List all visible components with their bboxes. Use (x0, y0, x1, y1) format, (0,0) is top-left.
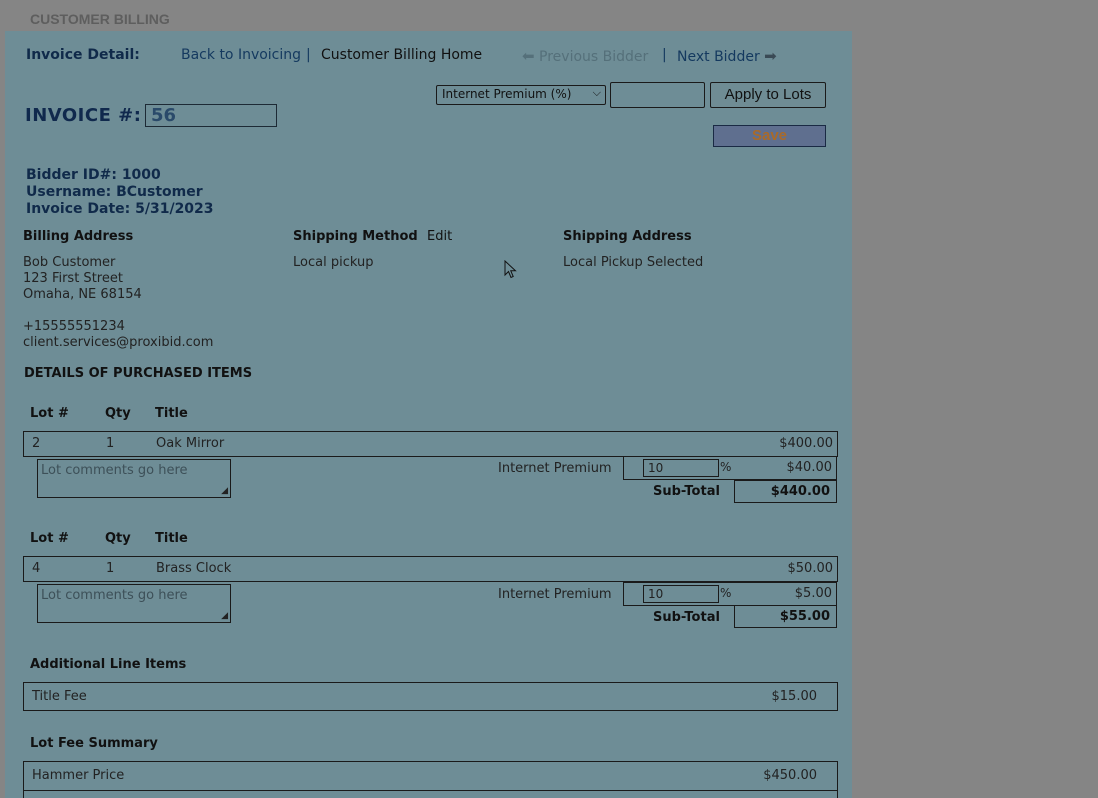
shipping-method-heading: Shipping Method (293, 229, 418, 244)
billing-street: 123 First Street (23, 271, 123, 286)
shipping-method-value: Local pickup (293, 255, 374, 270)
lot-title: Brass Clock (156, 561, 232, 576)
lot-comments-placeholder: Lot comments go here (41, 463, 188, 478)
invoice-detail-panel: Invoice Detail: Back to Invoicing | Cust… (5, 31, 852, 798)
premium-percent-input[interactable]: 10 (643, 459, 719, 477)
fee-summary-label: Hammer Price (32, 768, 125, 783)
internet-premium-label: Internet Premium (498, 587, 612, 602)
save-button[interactable]: Save (713, 125, 826, 147)
fee-summary-row: Hammer Price $450.00 (23, 761, 838, 790)
column-qty: Qty (105, 406, 131, 421)
premium-value-input[interactable] (610, 82, 705, 108)
column-qty: Qty (105, 531, 131, 546)
column-title: Title (155, 531, 188, 546)
lot-row: 4 1 Brass Clock $50.00 (23, 556, 838, 582)
resize-grip-icon[interactable]: ◢ (221, 611, 228, 621)
bidder-id: Bidder ID#: 1000 (26, 167, 161, 183)
lot-comments-input[interactable]: Lot comments go here ◢ (37, 459, 231, 498)
billing-name: Bob Customer (23, 255, 116, 270)
purchased-items-heading: DETAILS OF PURCHASED ITEMS (24, 366, 253, 381)
chevron-down-icon: ⌵ (592, 86, 601, 99)
shipping-address-heading: Shipping Address (563, 229, 692, 244)
premium-percent-input[interactable]: 10 (643, 585, 719, 603)
fee-summary-row (23, 790, 838, 798)
column-lot: Lot # (30, 406, 69, 421)
lot-title: Oak Mirror (156, 436, 225, 451)
premium-type-select[interactable]: Internet Premium (%) ⌵ (436, 85, 606, 105)
billing-address-heading: Billing Address (23, 229, 134, 244)
customer-billing-home-link[interactable]: Customer Billing Home (321, 47, 482, 63)
lot-number: 4 (32, 561, 41, 576)
billing-email: client.services@proxibid.com (23, 335, 214, 350)
previous-bidder-link[interactable]: ⬅ Previous Bidder (522, 47, 648, 65)
column-title: Title (155, 406, 188, 421)
lot-qty: 1 (106, 561, 115, 576)
shipping-address-value: Local Pickup Selected (563, 255, 704, 270)
subtotal-box: $440.00 (734, 480, 837, 503)
premium-type-value: Internet Premium (%) (442, 87, 572, 101)
percent-sign: % (720, 460, 732, 474)
edit-shipping-link[interactable]: Edit (427, 229, 452, 244)
additional-items-heading: Additional Line Items (30, 657, 187, 672)
resize-grip-icon[interactable]: ◢ (221, 486, 228, 496)
mouse-pointer-icon (504, 260, 517, 279)
lot-comments-input[interactable]: Lot comments go here ◢ (37, 584, 231, 623)
previous-bidder-label: Previous Bidder (539, 49, 649, 65)
internet-premium-box: 10 % $5.00 (623, 582, 837, 606)
additional-item-row: Title Fee $15.00 (23, 682, 838, 711)
invoice-number-label: INVOICE #: (25, 105, 142, 126)
premium-amount: $40.00 (786, 460, 833, 475)
lot-qty: 1 (106, 436, 115, 451)
column-lot: Lot # (30, 531, 69, 546)
lot-price: $400.00 (779, 436, 833, 451)
percent-sign: % (720, 586, 732, 600)
arrow-right-icon: ➡ (764, 47, 777, 65)
subtotal-label: Sub-Total (653, 610, 720, 625)
billing-city: Omaha, NE 68154 (23, 287, 142, 302)
lot-price: $50.00 (787, 561, 834, 576)
page-header: CUSTOMER BILLING (30, 11, 170, 27)
additional-item-amount: $15.00 (771, 689, 818, 704)
lot-number: 2 (32, 436, 41, 451)
nav-separator: | (306, 47, 311, 63)
bidder-username: Username: BCustomer (26, 184, 203, 200)
invoice-number-input[interactable]: 56 (145, 104, 277, 127)
arrow-left-icon: ⬅ (522, 47, 535, 65)
subtotal-value: $440.00 (770, 484, 830, 499)
lot-row: 2 1 Oak Mirror $400.00 (23, 431, 838, 457)
subtotal-value: $55.00 (779, 609, 830, 624)
subtotal-box: $55.00 (734, 605, 837, 628)
lot-comments-placeholder: Lot comments go here (41, 588, 188, 603)
invoice-date: Invoice Date: 5/31/2023 (26, 201, 214, 217)
back-to-invoicing-link[interactable]: Back to Invoicing (181, 47, 301, 63)
next-bidder-link[interactable]: Next Bidder ➡ (677, 47, 777, 65)
next-bidder-label: Next Bidder (677, 49, 760, 65)
additional-item-label: Title Fee (32, 689, 87, 704)
nav-separator: | (662, 47, 667, 63)
fee-summary-amount: $450.00 (763, 768, 817, 783)
internet-premium-box: 10 % $40.00 (623, 456, 837, 480)
premium-amount: $5.00 (794, 586, 832, 601)
invoice-detail-title: Invoice Detail: (26, 47, 140, 63)
fee-summary-heading: Lot Fee Summary (30, 736, 158, 751)
internet-premium-label: Internet Premium (498, 461, 612, 476)
subtotal-label: Sub-Total (653, 484, 720, 499)
apply-to-lots-button[interactable]: Apply to Lots (710, 82, 826, 108)
billing-phone: +15555551234 (23, 319, 125, 334)
